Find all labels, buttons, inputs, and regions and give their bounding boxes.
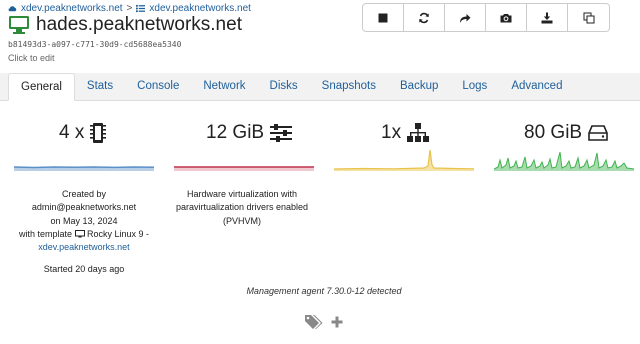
tab-backup[interactable]: Backup (388, 73, 450, 100)
cpu-icon (90, 123, 107, 143)
desktop-icon (9, 16, 29, 34)
memory-stat: 12 GiB (206, 120, 293, 146)
click-to-edit-hint[interactable]: Click to edit (8, 53, 55, 63)
created-label: Created by (61, 189, 107, 199)
memory-sparkline (174, 166, 314, 171)
network-stat: 1x (381, 120, 430, 146)
memory-size: 12 GiB (206, 122, 265, 143)
network-count: 1x (381, 122, 402, 143)
snapshot-icon (500, 13, 512, 22)
vm-title-row: hades.peaknetworks.net (8, 14, 242, 36)
disk-size: 80 GiB (524, 122, 583, 143)
tab-network[interactable]: Network (191, 73, 257, 100)
restart-button[interactable] (404, 4, 445, 31)
migrate-icon (460, 13, 471, 23)
network-icon (407, 123, 430, 142)
host-list-icon (136, 4, 146, 13)
breadcrumb: xdev.peaknetworks.net > xdev.peaknetwork… (8, 3, 251, 14)
add-tag-icon[interactable] (331, 316, 343, 328)
cpu-sparkline (14, 166, 154, 171)
breadcrumb-host-link[interactable]: xdev.peaknetworks.net (149, 3, 251, 14)
migrate-button[interactable] (445, 4, 486, 31)
tab-console[interactable]: Console (125, 73, 191, 100)
tab-stats[interactable]: Stats (75, 73, 125, 100)
cloud-icon (8, 6, 17, 12)
template-name: Rocky Linux 9 - (87, 228, 150, 239)
tab-advanced[interactable]: Advanced (499, 73, 574, 100)
vm-uuid: b81493d3-a097-c771-30d9-cd5688ea5340 (8, 40, 182, 49)
stop-icon (378, 13, 388, 22)
management-agent-status: Management agent 7.30.0-12 detected (246, 286, 402, 296)
desktop-icon (74, 229, 85, 238)
tab-snapshots[interactable]: Snapshots (310, 73, 388, 100)
tags-area (305, 314, 343, 330)
hdd-icon (588, 125, 608, 141)
template-line: with template Rocky Linux 9 - (14, 228, 154, 241)
export-button[interactable] (527, 4, 568, 31)
vm-toolbar (362, 3, 610, 32)
cpu-count: 4 x (59, 122, 85, 143)
tab-bar: General Stats Console Network Disks Snap… (0, 73, 640, 101)
started-info: Started 20 days ago (43, 264, 125, 274)
breadcrumb-pool-link[interactable]: xdev.peaknetworks.net (21, 3, 123, 14)
snapshot-button[interactable] (486, 4, 527, 31)
creation-info: Created by admin@peaknetworks.net on May… (14, 188, 154, 254)
network-sparkline (334, 149, 474, 171)
cpu-stat: 4 x (59, 120, 107, 146)
tags-icon (305, 315, 323, 329)
sliders-icon (270, 124, 293, 142)
disk-sparkline (494, 151, 634, 171)
breadcrumb-separator: > (126, 3, 133, 14)
tab-disks[interactable]: Disks (258, 73, 310, 100)
tab-logs[interactable]: Logs (450, 73, 499, 100)
copy-button[interactable] (568, 4, 609, 31)
disk-stat: 80 GiB (524, 120, 608, 146)
created-date: on May 13, 2024 (50, 215, 118, 226)
stop-button[interactable] (363, 4, 404, 31)
copy-icon (583, 12, 594, 23)
template-host-link[interactable]: xdev.peaknetworks.net (38, 242, 129, 252)
template-prefix: with template (18, 228, 72, 239)
export-icon (541, 12, 553, 23)
tab-general[interactable]: General (8, 73, 75, 101)
vm-name[interactable]: hades.peaknetworks.net (36, 14, 242, 36)
created-by: admin@peaknetworks.net (31, 202, 137, 213)
restart-icon (419, 12, 429, 23)
virtualization-mode: Hardware virtualization with paravirtual… (175, 189, 309, 226)
